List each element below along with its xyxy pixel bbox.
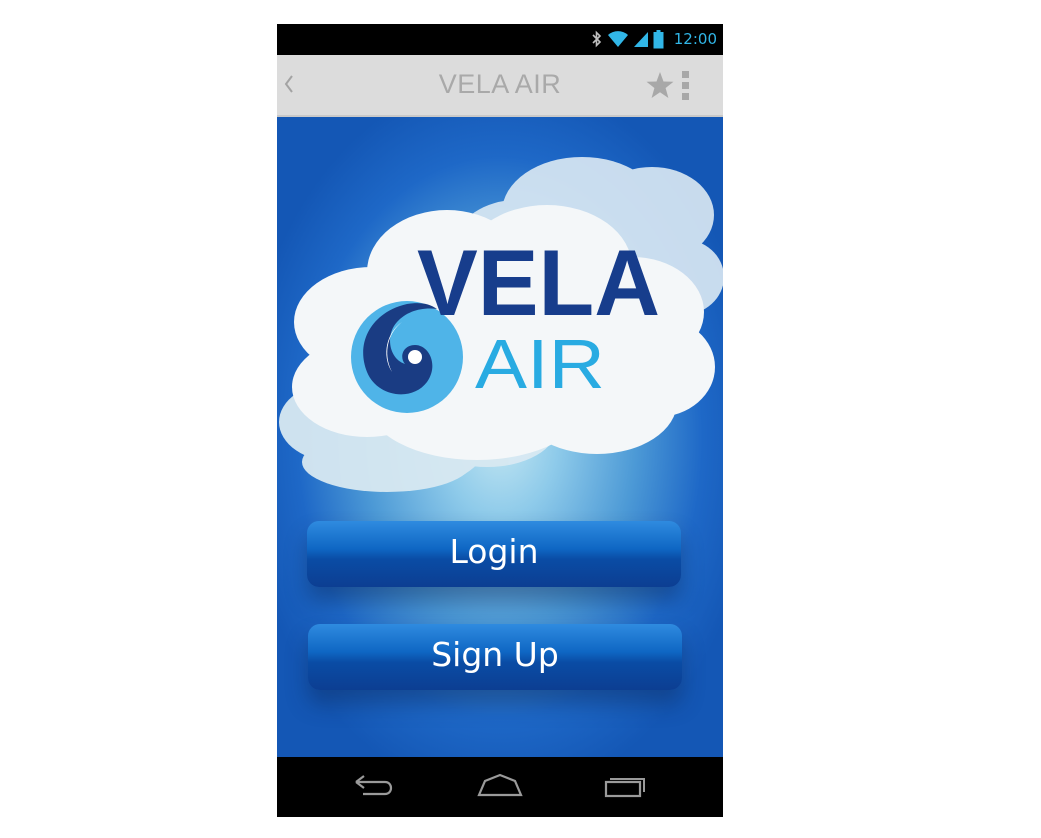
- nav-back-icon[interactable]: [353, 773, 397, 803]
- phone-screen: 12:00 VELA AIR VELA AIR Login Sign Up: [277, 24, 723, 817]
- logo-line1: VELA: [417, 230, 660, 335]
- nav-home-icon[interactable]: [476, 773, 524, 803]
- logo-line2: AIR: [475, 325, 605, 403]
- signal-icon: [633, 30, 649, 48]
- bluetooth-icon: [591, 30, 603, 48]
- splash-content: VELA AIR Login Sign Up: [277, 117, 723, 757]
- action-bar: VELA AIR: [277, 55, 723, 117]
- status-bar: 12:00: [277, 24, 723, 56]
- overflow-menu-icon[interactable]: [682, 71, 690, 105]
- navigation-bar: [277, 757, 723, 817]
- sign-up-button[interactable]: Sign Up: [308, 624, 682, 690]
- nav-recents-icon[interactable]: [602, 773, 648, 803]
- login-button[interactable]: Login: [307, 521, 681, 587]
- wifi-icon: [607, 30, 629, 48]
- status-time: 12:00: [673, 30, 717, 48]
- star-icon[interactable]: [645, 71, 675, 103]
- battery-icon: [653, 29, 664, 49]
- status-icons: 12:00: [591, 28, 717, 50]
